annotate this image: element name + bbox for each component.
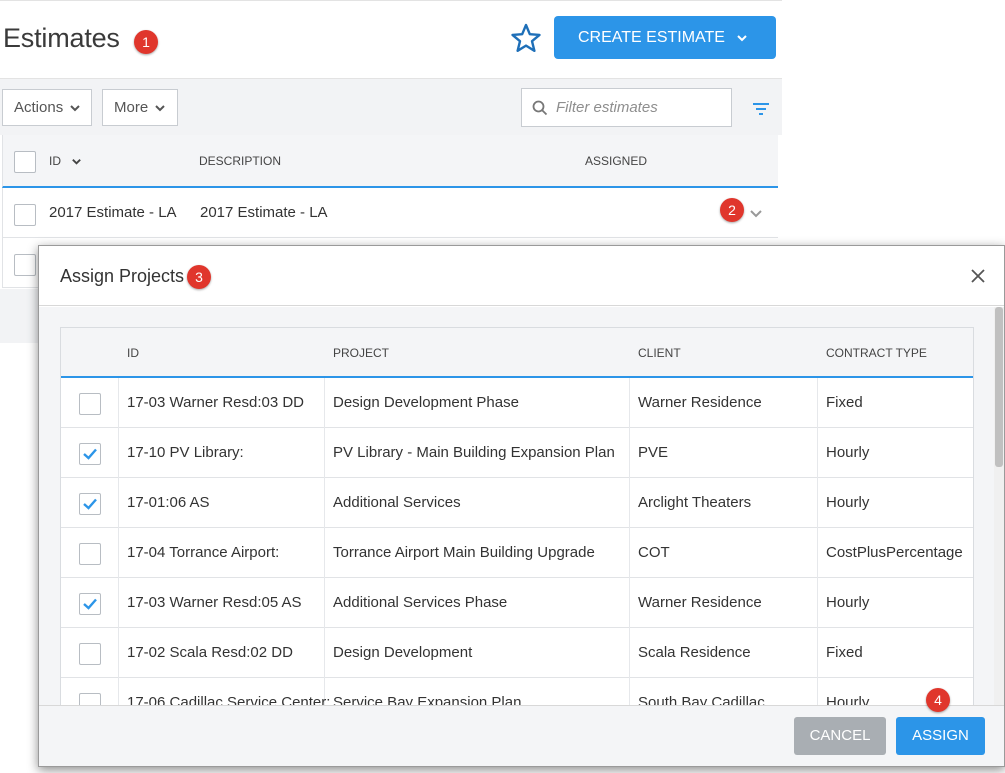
more-label: More — [114, 99, 149, 116]
column-id-header[interactable]: ID — [49, 154, 61, 168]
chevron-down-icon — [155, 104, 165, 111]
client-name: South Bay Cadillac — [638, 694, 765, 705]
row-checkbox[interactable] — [79, 643, 101, 665]
search-icon — [532, 100, 548, 115]
project-id: 17-03 Warner Resd:03 DD — [127, 394, 305, 411]
checkmark-icon — [83, 498, 97, 510]
row-checkbox[interactable] — [79, 593, 101, 615]
project-name: PV Library - Main Building Expansion Pla… — [333, 444, 615, 461]
estimate-id: 2017 Estimate - LA — [49, 204, 177, 221]
annotation-badge-1: 1 — [134, 30, 158, 54]
project-id: 17-06 Cadillac Service Center: — [127, 694, 331, 705]
table-row[interactable]: 2017 Estimate - LA 2017 Estimate - LA 2 — [2, 188, 778, 238]
row-checkbox[interactable] — [79, 493, 101, 515]
column-contract-type-header: CONTRACT TYPE — [826, 346, 927, 360]
projects-table: ID PROJECT CLIENT CONTRACT TYPE 17-03 Wa… — [60, 327, 974, 705]
column-id-header: ID — [127, 346, 139, 360]
estimates-toolbar: Actions More Filter estimates — [0, 78, 782, 135]
client-name: Warner Residence — [638, 394, 762, 411]
annotation-badge-4: 4 — [926, 688, 950, 712]
filter-placeholder: Filter estimates — [556, 99, 658, 116]
table-row[interactable]: 17-02 Scala Resd:02 DD Design Development… — [61, 628, 973, 678]
filter-icon[interactable] — [752, 101, 770, 117]
screenshot-stage: Estimates 1 CREATE ESTIMATE Actions More… — [0, 0, 1005, 773]
contract-type: Hourly — [826, 494, 870, 511]
table-row[interactable]: 17-03 Warner Resd:05 AS Additional Servic… — [61, 578, 973, 628]
assign-projects-modal: Assign Projects 3 ID PROJECT CLIENT CONT… — [38, 245, 1005, 767]
chevron-down-icon[interactable] — [749, 208, 763, 220]
table-row[interactable]: 17-01:06 AS Additional Services Arclight T… — [61, 478, 973, 528]
chevron-down-icon — [70, 104, 80, 111]
create-estimate-button[interactable]: CREATE ESTIMATE — [554, 16, 776, 59]
row-checkbox[interactable] — [79, 543, 101, 565]
column-client-header: CLIENT — [638, 346, 681, 360]
actions-dropdown[interactable]: Actions — [2, 89, 92, 126]
modal-body: ID PROJECT CLIENT CONTRACT TYPE 17-03 Wa… — [39, 307, 1004, 705]
close-icon[interactable] — [971, 269, 985, 283]
contract-type: CostPlusPercentage — [826, 544, 963, 561]
chevron-down-icon — [737, 34, 747, 41]
modal-footer: 4 CANCEL ASSIGN — [39, 688, 1004, 766]
row-checkbox[interactable] — [14, 204, 36, 226]
project-name: Additional Services — [333, 494, 461, 511]
table-row[interactable]: 17-03 Warner Resd:03 DD Design Developmen… — [61, 378, 973, 428]
row-checkbox[interactable] — [79, 393, 101, 415]
cancel-button[interactable]: CANCEL — [794, 717, 886, 755]
project-id: 17-02 Scala Resd:02 DD — [127, 644, 293, 661]
project-id: 17-10 PV Library: — [127, 444, 244, 461]
modal-scrollbar-thumb[interactable] — [995, 307, 1003, 467]
contract-type: Hourly — [826, 444, 870, 461]
client-name: COT — [638, 544, 670, 561]
table-row[interactable]: 17-04 Torrance Airport: Torrance Airport … — [61, 528, 973, 578]
actions-label: Actions — [14, 99, 64, 116]
annotation-badge-2: 2 — [720, 198, 744, 222]
client-name: Warner Residence — [638, 594, 762, 611]
contract-type: Hourly — [826, 694, 870, 705]
project-name: Design Development Phase — [333, 394, 519, 411]
create-estimate-label: CREATE ESTIMATE — [578, 28, 725, 46]
projects-table-header: ID PROJECT CLIENT CONTRACT TYPE — [61, 328, 973, 378]
project-name: Torrance Airport Main Building Upgrade — [333, 544, 595, 561]
row-checkbox[interactable] — [79, 443, 101, 465]
column-project-header: PROJECT — [333, 346, 390, 360]
row-checkbox[interactable] — [14, 254, 36, 276]
client-name: PVE — [638, 444, 669, 461]
page-title: Estimates — [3, 23, 120, 53]
favorite-star-button[interactable] — [510, 23, 542, 53]
modal-header: Assign Projects 3 — [39, 246, 1004, 306]
star-icon — [511, 23, 541, 52]
project-id: 17-04 Torrance Airport: — [127, 544, 280, 561]
table-row[interactable]: 17-10 PV Library: PV Library - Main Build… — [61, 428, 973, 478]
project-name: Additional Services Phase — [333, 594, 508, 611]
modal-title: Assign Projects — [60, 266, 185, 286]
modal-scrollbar[interactable] — [994, 307, 1004, 705]
project-id: 17-03 Warner Resd:05 AS — [127, 594, 302, 611]
project-name: Service Bay Expansion Plan — [333, 694, 522, 705]
table-row[interactable]: 17-06 Cadillac Service Center: Service Ba… — [61, 678, 973, 705]
column-assigned-header: ASSIGNED — [585, 154, 648, 168]
estimates-table-header: ID DESCRIPTION ASSIGNED — [2, 135, 778, 188]
select-all-checkbox[interactable] — [14, 151, 36, 173]
contract-type: Fixed — [826, 394, 863, 411]
client-name: Arclight Theaters — [638, 494, 752, 511]
client-name: Scala Residence — [638, 644, 751, 661]
assign-button[interactable]: ASSIGN — [896, 717, 985, 755]
contract-type: Hourly — [826, 594, 870, 611]
row-checkbox[interactable] — [79, 693, 101, 705]
checkmark-icon — [83, 598, 97, 610]
project-name: Design Development — [333, 644, 473, 661]
column-description-header: DESCRIPTION — [199, 154, 282, 168]
projects-table-body: 17-03 Warner Resd:03 DD Design Developmen… — [61, 378, 973, 705]
filter-estimates-input[interactable]: Filter estimates — [521, 88, 732, 127]
estimate-description: 2017 Estimate - LA — [200, 204, 328, 221]
chevron-down-icon — [72, 159, 81, 165]
contract-type: Fixed — [826, 644, 863, 661]
more-dropdown[interactable]: More — [102, 89, 178, 126]
checkmark-icon — [83, 448, 97, 460]
project-id: 17-01:06 AS — [127, 494, 210, 511]
annotation-badge-3: 3 — [187, 265, 211, 289]
